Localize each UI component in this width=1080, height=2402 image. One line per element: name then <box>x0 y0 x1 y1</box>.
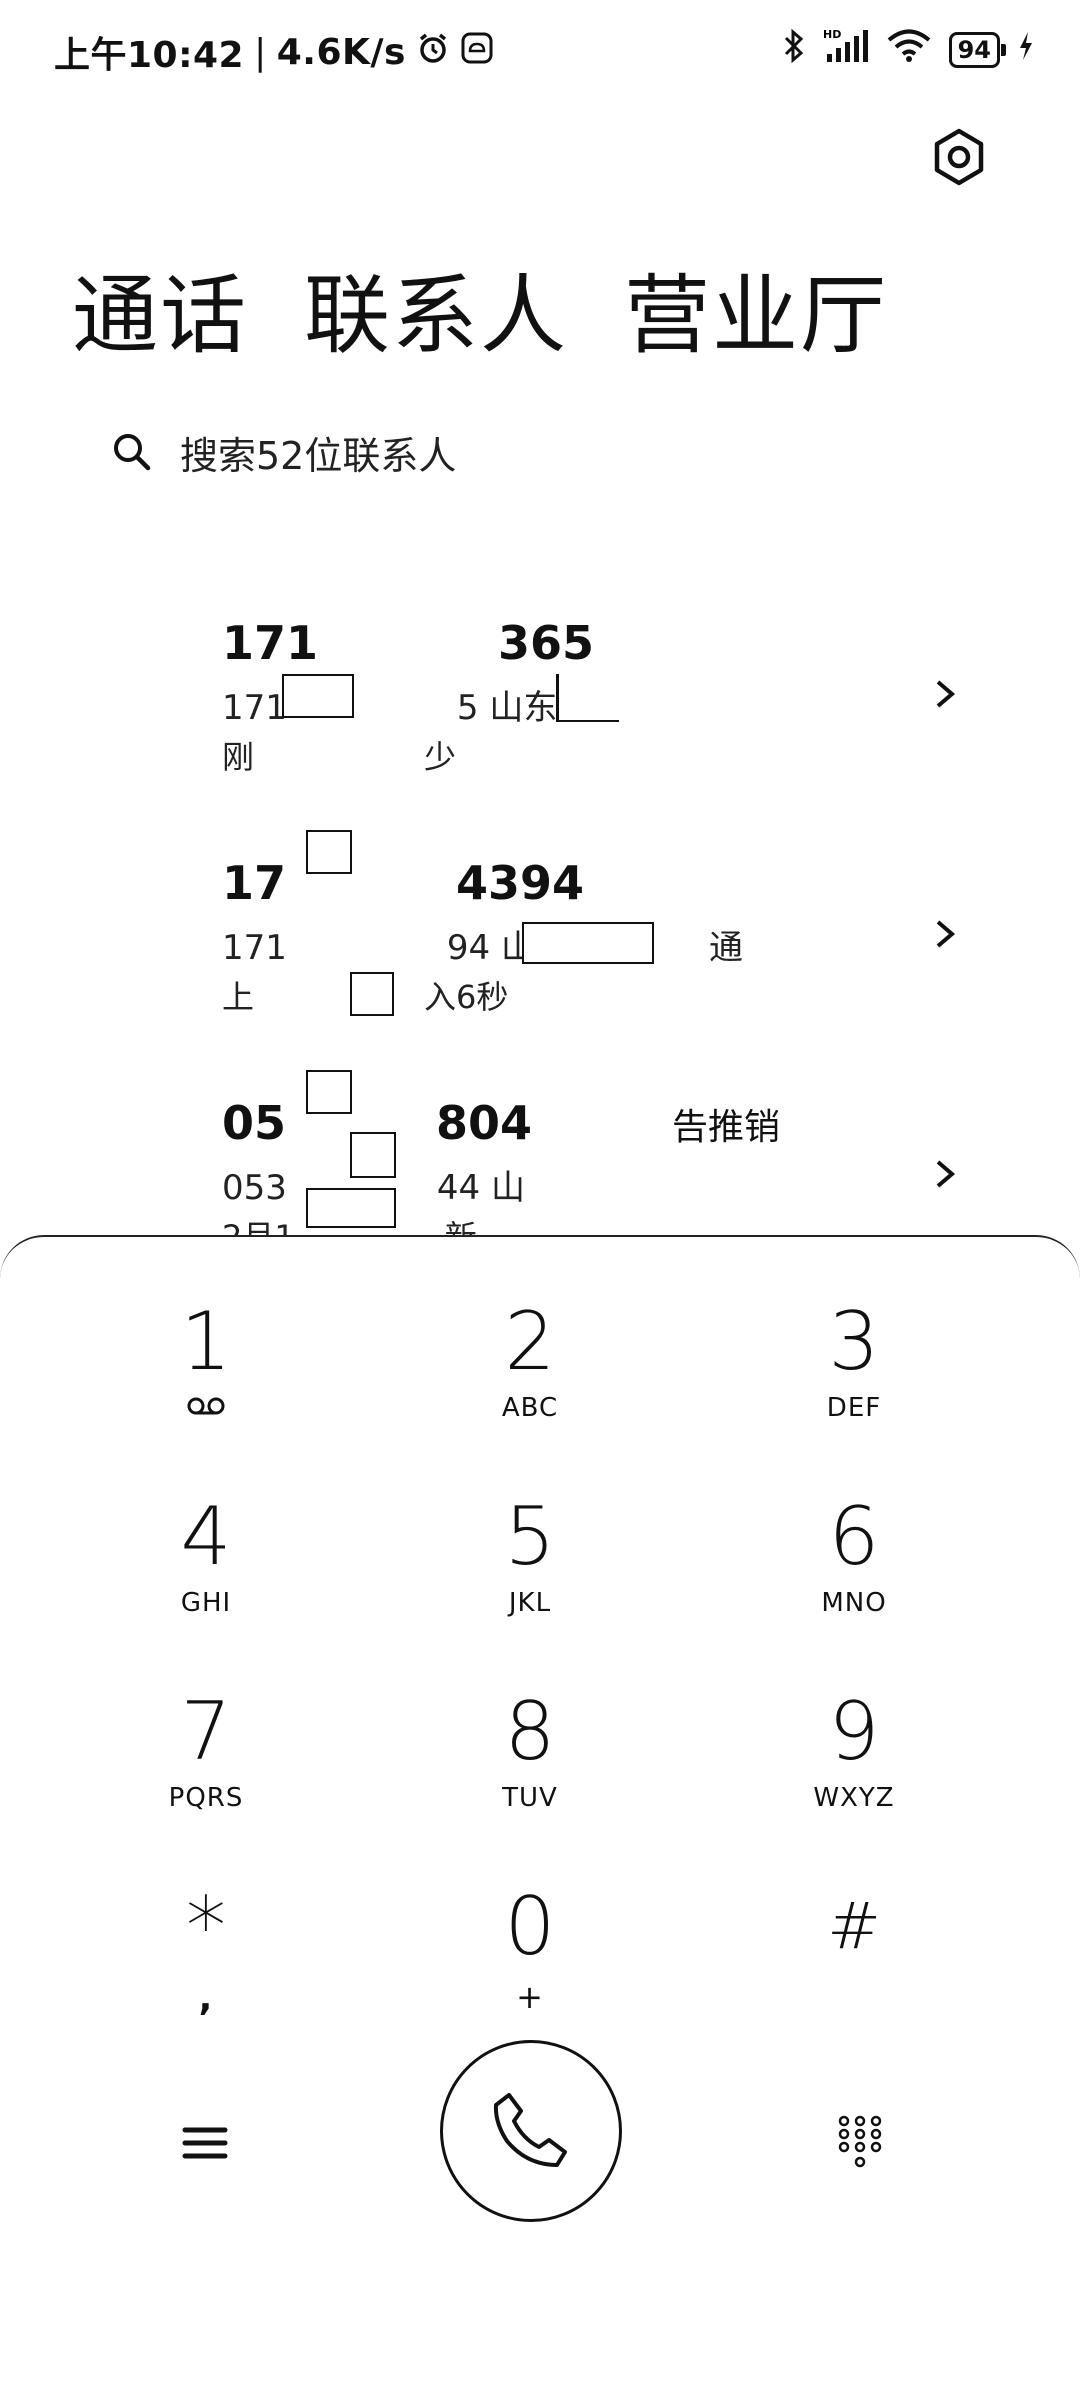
search-input[interactable]: 搜索52位联系人 <box>180 425 456 480</box>
status-bar: 上午10:42 | 4.6K/s HD 94 <box>0 0 1080 110</box>
call-detail: 171 94 山东通 <box>222 928 743 968</box>
call-time: 刚少 <box>222 738 457 776</box>
search-icon <box>110 430 152 476</box>
dial-key-1[interactable]: 1 <box>96 1297 316 1447</box>
search-bar[interactable]: 搜索52位联系人 <box>110 425 456 480</box>
dialpad-panel: 1 2 ABC 3 DEF 4 GHI 5 JKL 6 MNO 7 PQRS 8… <box>0 1235 1080 2402</box>
dial-key-2[interactable]: 2 ABC <box>420 1297 640 1447</box>
battery-icon: 94 <box>948 32 1007 68</box>
hd-signal-icon: HD <box>823 28 869 72</box>
settings-button[interactable] <box>924 124 994 194</box>
call-log-item[interactable]: 171 365 171 5 山东 刚少 <box>0 598 1080 818</box>
dial-key-9[interactable]: 9 WXYZ <box>744 1687 964 1837</box>
redaction-box <box>306 1070 352 1114</box>
status-left: 上午10:42 | 4.6K/s <box>54 26 494 78</box>
tab-service-hall[interactable]: 营业厅 <box>624 245 888 370</box>
app-notification-icon <box>460 31 494 74</box>
redaction-box <box>350 972 394 1016</box>
call-button[interactable] <box>440 2040 622 2222</box>
tab-calls[interactable]: 通话 <box>72 245 248 370</box>
call-number: 17 4394 <box>222 856 585 910</box>
wifi-icon <box>887 29 931 71</box>
tab-contacts[interactable]: 联系人 <box>304 245 568 370</box>
charging-icon <box>1018 31 1034 69</box>
dial-key-3[interactable]: 3 DEF <box>744 1297 964 1447</box>
dial-key-4[interactable]: 4 GHI <box>96 1492 316 1642</box>
svg-text:HD: HD <box>823 28 841 41</box>
dial-key-8[interactable]: 8 TUV <box>420 1687 640 1837</box>
redaction-box <box>282 674 354 718</box>
alarm-icon <box>416 31 450 74</box>
bluetooth-icon <box>783 28 805 72</box>
battery-level: 94 <box>957 36 991 64</box>
chevron-right-icon[interactable] <box>930 674 960 714</box>
menu-icon <box>181 2123 229 2167</box>
chevron-right-icon[interactable] <box>930 914 960 954</box>
menu-button[interactable] <box>165 2110 245 2180</box>
redaction-box <box>306 1188 396 1228</box>
chevron-right-icon[interactable] <box>930 1154 960 1194</box>
status-speed: 4.6K/s <box>276 31 406 73</box>
dialpad-toggle-button[interactable] <box>820 2110 900 2180</box>
settings-hex-icon <box>929 127 989 191</box>
dial-key-5[interactable]: 5 JKL <box>420 1492 640 1642</box>
status-time: 上午10:42 <box>54 35 245 76</box>
call-log-item[interactable]: 17 4394 171 94 山东通 上入6秒 <box>0 830 1080 1058</box>
call-number: 171 365 <box>222 616 595 670</box>
dial-key-6[interactable]: 6 MNO <box>744 1492 964 1642</box>
phone-icon <box>483 2081 579 2181</box>
redaction-box <box>522 922 654 964</box>
redaction-box <box>306 830 352 874</box>
status-divider: | <box>254 31 267 73</box>
redaction-box <box>350 1132 396 1178</box>
dial-key-7[interactable]: 7 PQRS <box>96 1687 316 1837</box>
status-right: HD 94 <box>783 28 1034 72</box>
voicemail-icon <box>96 1393 316 1423</box>
redaction-box <box>556 674 619 722</box>
dialer-action-bar <box>0 2000 1080 2222</box>
dialpad-grid-icon <box>837 2114 883 2176</box>
call-detail: 171 5 山东 <box>222 688 558 728</box>
tab-bar: 通话 联系人 营业厅 <box>72 245 888 370</box>
